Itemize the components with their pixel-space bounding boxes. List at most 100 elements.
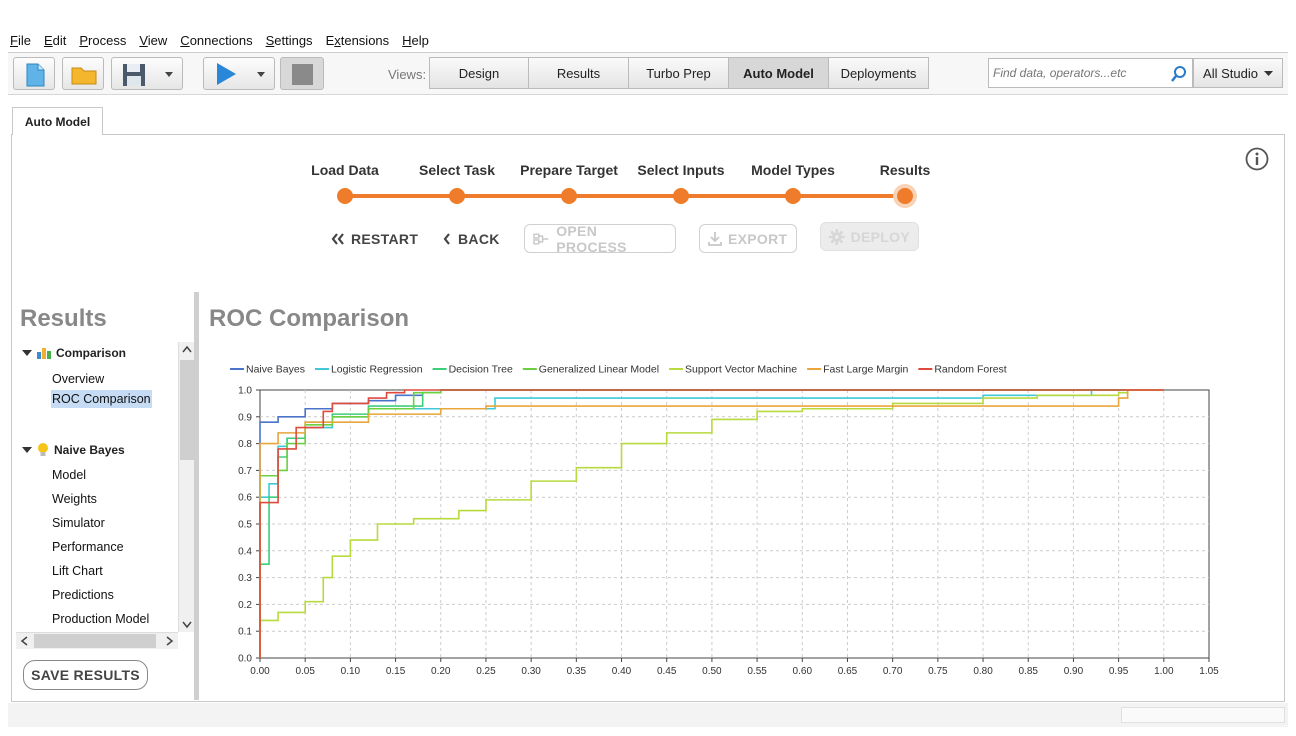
- tab-auto-model[interactable]: Auto Model: [729, 57, 829, 89]
- tree-item-overview[interactable]: Overview: [52, 370, 104, 388]
- save-results-button[interactable]: SAVE RESULTS: [23, 660, 148, 690]
- y-tick-label: 0.3: [238, 573, 252, 584]
- x-tick-label: 0.25: [476, 666, 496, 677]
- tab-auto-model[interactable]: Auto Model: [12, 107, 103, 135]
- tree-item-production-model[interactable]: Production Model: [52, 610, 149, 628]
- deploy-button[interactable]: DEPLOY: [820, 222, 919, 251]
- tree-item-predictions[interactable]: Predictions: [52, 586, 114, 604]
- panel-splitter[interactable]: [194, 292, 199, 700]
- x-tick-label: 0.40: [612, 666, 632, 677]
- back-button[interactable]: BACK: [442, 224, 500, 253]
- stop-button[interactable]: [280, 57, 324, 90]
- search-icon[interactable]: [1170, 65, 1188, 83]
- chevron-down-icon: [1263, 70, 1273, 76]
- tree-group-comparison[interactable]: Comparison: [22, 346, 126, 360]
- step-dot-model-types[interactable]: [785, 188, 801, 204]
- search-box[interactable]: [988, 58, 1193, 88]
- x-tick-label: 0.65: [838, 666, 858, 677]
- play-icon: [217, 63, 236, 85]
- step-label-prepare-target: Prepare Target: [520, 162, 618, 178]
- legend-label: Naive Bayes: [246, 364, 305, 376]
- x-tick-label: 0.00: [250, 666, 270, 677]
- menu-view[interactable]: View: [139, 33, 167, 51]
- step-dot-results[interactable]: [893, 184, 917, 208]
- expand-triangle-icon[interactable]: [22, 446, 32, 454]
- menu-bar: File Edit Process View Connections Settings Ex…: [10, 33, 442, 51]
- scroll-down-icon[interactable]: [182, 621, 192, 629]
- folder-icon: [71, 67, 97, 85]
- menu-process[interactable]: Process: [79, 33, 126, 51]
- scroll-right-icon[interactable]: [166, 636, 174, 646]
- scroll-up-icon[interactable]: [182, 345, 192, 353]
- open-process-button[interactable]: [62, 57, 104, 90]
- stepper-track: [344, 194, 906, 198]
- x-tick-label: 0.95: [1109, 666, 1129, 677]
- page-title: ROC Comparison: [209, 305, 410, 332]
- tab-turbo-prep[interactable]: Turbo Prep: [629, 57, 729, 89]
- y-tick-label: 0.7: [238, 466, 252, 477]
- restart-label: RESTART: [351, 230, 419, 247]
- menu-settings[interactable]: Settings: [266, 33, 313, 51]
- export-button[interactable]: EXPORT: [699, 224, 797, 253]
- scroll-thumb[interactable]: [180, 360, 194, 460]
- x-tick-label: 0.60: [793, 666, 813, 677]
- tab-design[interactable]: Design: [429, 57, 529, 89]
- save-button[interactable]: [111, 57, 183, 90]
- expand-triangle-icon[interactable]: [22, 349, 32, 357]
- tree-horizontal-scrollbar[interactable]: [16, 632, 178, 649]
- info-icon[interactable]: [1245, 147, 1269, 171]
- step-dot-load-data[interactable]: [337, 188, 353, 204]
- menu-connections[interactable]: Connections: [180, 33, 252, 51]
- menu-help[interactable]: Help: [402, 33, 429, 51]
- scroll-left-icon[interactable]: [20, 636, 28, 646]
- search-input[interactable]: [989, 59, 1167, 87]
- tab-results[interactable]: Results: [529, 57, 629, 89]
- menu-edit[interactable]: Edit: [44, 33, 66, 51]
- studio-dropdown[interactable]: All Studio: [1193, 58, 1283, 88]
- new-process-button[interactable]: [13, 57, 55, 90]
- x-tick-label: 0.55: [747, 666, 767, 677]
- tree-vertical-scrollbar[interactable]: [178, 342, 195, 632]
- step-dot-select-task[interactable]: [449, 188, 465, 204]
- roc-chart: 0.00 0.05 0.10 0.15 0.20 0.25 0.30 0.35 0.40 0.45…: [230, 364, 1219, 677]
- lightbulb-icon: [38, 443, 48, 456]
- back-label: BACK: [458, 230, 500, 247]
- tree-item-simulator[interactable]: Simulator: [52, 514, 105, 532]
- tree-group-naive-bayes[interactable]: Naive Bayes: [22, 442, 125, 458]
- scroll-thumb[interactable]: [34, 634, 156, 648]
- views-label: Views:: [388, 67, 427, 82]
- y-tick-label: 1.0: [238, 386, 252, 397]
- y-tick-label: 0.9: [238, 412, 252, 423]
- tree-item-performance[interactable]: Performance: [52, 538, 124, 556]
- run-button[interactable]: [203, 57, 275, 90]
- y-tick-label: 0.0: [238, 654, 252, 665]
- x-tick-label: 0.20: [431, 666, 451, 677]
- tree-item-model[interactable]: Model: [52, 466, 86, 484]
- tree-item-lift-chart[interactable]: Lift Chart: [52, 562, 103, 580]
- tree-item-weights[interactable]: Weights: [52, 490, 97, 508]
- legend-label: Random Forest: [934, 364, 1006, 376]
- y-tick-label: 0.4: [238, 546, 252, 557]
- x-tick-label: 0.90: [1064, 666, 1084, 677]
- y-tick-label: 0.8: [238, 439, 252, 450]
- open-process-label: OPEN PROCESS: [556, 222, 627, 255]
- gear-icon: [829, 228, 845, 245]
- step-dot-select-inputs[interactable]: [673, 188, 689, 204]
- y-tick-label: 0.5: [238, 520, 252, 531]
- chevron-down-icon[interactable]: [164, 71, 174, 79]
- double-chevron-left-icon: [331, 232, 344, 245]
- menu-file[interactable]: File: [10, 33, 31, 51]
- tab-deployments[interactable]: Deployments: [829, 57, 929, 89]
- chevron-left-icon: [443, 232, 450, 245]
- menu-extensions[interactable]: Extensions: [326, 33, 390, 51]
- restart-button[interactable]: RESTART: [331, 224, 418, 253]
- tree-group-label: Naive Bayes: [54, 443, 125, 457]
- tree-item-roc-comparison[interactable]: ROC Comparison: [51, 390, 152, 408]
- step-dot-prepare-target[interactable]: [561, 188, 577, 204]
- x-tick-label: 0.70: [883, 666, 903, 677]
- open-process-action-button[interactable]: OPEN PROCESS: [524, 222, 676, 255]
- export-label: EXPORT: [728, 230, 788, 247]
- x-tick-label: 0.05: [295, 666, 315, 677]
- deploy-label: DEPLOY: [850, 228, 910, 245]
- chevron-down-icon[interactable]: [256, 71, 266, 79]
